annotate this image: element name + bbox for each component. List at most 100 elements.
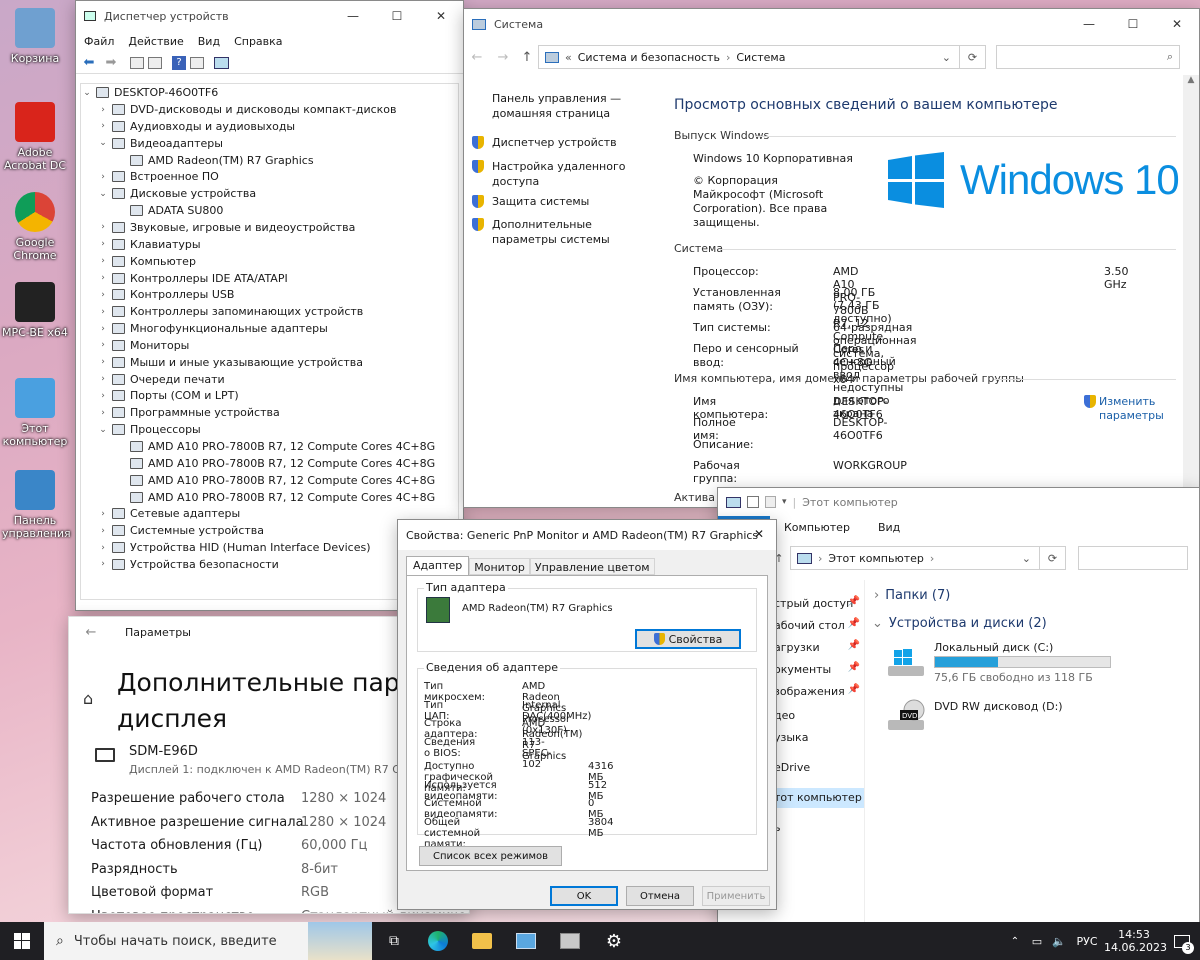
apply-button[interactable]: Применить [702, 886, 770, 906]
desktop-acrobat[interactable]: Adobe Acrobat DC [2, 102, 68, 172]
device-manager-taskbar-icon[interactable] [548, 933, 592, 949]
device-manager-titlebar[interactable]: Диспетчер устройств — ☐ ✕ [76, 1, 463, 31]
chevron-right-icon[interactable]: › [97, 391, 109, 401]
chevron-right-icon[interactable]: › [97, 526, 109, 536]
task-view-icon[interactable]: ⧉ [372, 933, 416, 949]
up-arrow-icon[interactable]: ↑ [516, 50, 538, 65]
forward-arrow-icon[interactable]: ➡ [102, 55, 120, 70]
minimize-button[interactable]: — [331, 1, 375, 31]
desktop-recycle-bin[interactable]: Корзина [2, 8, 68, 65]
notification-center[interactable]: 3 [1164, 922, 1200, 960]
drive-c[interactable]: Локальный диск (C:) 75,6 ГБ свободно из … [886, 640, 1116, 684]
tab-view[interactable]: Вид [878, 521, 900, 534]
file-explorer-icon[interactable] [460, 933, 504, 949]
home-icon[interactable]: ⌂ [83, 689, 93, 708]
adapter-properties-button[interactable]: Свойства [635, 629, 741, 649]
scroll-up-arrow[interactable]: ▲ [1183, 75, 1199, 85]
tree-item[interactable]: › Очереди печати [97, 371, 225, 388]
nav-item[interactable]: тот компьютер [774, 788, 864, 808]
tree-item[interactable]: › Системные устройства [97, 522, 264, 539]
chevron-up-icon[interactable]: ⌃ [1004, 936, 1026, 947]
maximize-button[interactable]: ☐ [1111, 9, 1155, 39]
address-bar[interactable]: « Система и безопасность › Система ⌄ [538, 45, 960, 69]
tree-item[interactable]: › Контроллеры IDE ATA/ATAPI [97, 270, 288, 287]
tree-item[interactable]: › DVD-дисководы и дисководы компакт-диско… [97, 101, 396, 118]
side-link[interactable]: Диспетчер устройств [472, 135, 652, 150]
help-icon[interactable]: ? [172, 55, 186, 70]
breadcrumb-this-pc[interactable]: Этот компьютер [828, 552, 924, 565]
close-button[interactable]: ✕ [754, 527, 764, 541]
chevron-right-icon[interactable]: › [97, 543, 109, 553]
pin-icon[interactable]: 📌 [848, 596, 860, 607]
nav-item[interactable]: зображения 📌 [774, 682, 864, 702]
chevron-right-icon[interactable]: › [97, 374, 109, 384]
tree-item[interactable]: › Устройства безопасности [97, 556, 279, 573]
chevron-down-icon[interactable]: ⌄ [97, 138, 109, 148]
list-icon[interactable] [148, 56, 162, 69]
nav-item[interactable]: окументы 📌 [774, 660, 864, 680]
monitor-icon[interactable] [214, 56, 229, 69]
chevron-down-icon[interactable]: ⌄ [942, 51, 951, 64]
gear-icon[interactable]: ⚙ [592, 931, 636, 952]
tree-item[interactable]: AMD A10 PRO-7800B R7, 12 Compute Cores 4… [115, 489, 435, 506]
properties-icon[interactable] [130, 56, 144, 69]
pin-icon[interactable]: 📌 [848, 684, 860, 695]
language-indicator[interactable]: РУС [1070, 935, 1104, 948]
tree-item[interactable]: › Аудиовходы и аудиовыходы [97, 118, 295, 135]
side-link[interactable]: Дополнительные параметры системы [472, 217, 652, 247]
chevron-right-icon[interactable]: › [97, 307, 109, 317]
chevron-right-icon[interactable]: › [97, 105, 109, 115]
chevron-right-icon[interactable]: › [97, 509, 109, 519]
search-field[interactable] [1078, 546, 1188, 570]
refresh-button[interactable]: ⟳ [1040, 546, 1066, 570]
tree-item[interactable]: › Контроллеры запоминающих устройств [97, 303, 363, 320]
folders-group[interactable]: › Папки (7) [874, 588, 950, 603]
desktop-chrome[interactable]: Google Chrome [2, 192, 68, 262]
chevron-right-icon[interactable]: › [97, 273, 109, 283]
tree-item[interactable]: ⌄ Дисковые устройства [97, 185, 256, 202]
tree-root[interactable]: ⌄ DESKTOP-46O0TF6 [81, 84, 218, 101]
nav-item[interactable]: eDrive [774, 758, 864, 778]
minimize-button[interactable]: — [1067, 9, 1111, 39]
new-folder-icon[interactable] [765, 496, 776, 508]
control-panel-home-link[interactable]: Панель управления — домашняя страница [492, 91, 622, 121]
chevron-right-icon[interactable]: › [97, 559, 109, 569]
pin-icon[interactable]: 📌 [848, 662, 860, 673]
nav-item[interactable]: узыка [774, 728, 864, 748]
chevron-down-icon[interactable]: ▾ [782, 497, 787, 507]
control-panel-taskbar-icon[interactable] [504, 933, 548, 949]
tree-item[interactable]: AMD Radeon(TM) R7 Graphics [115, 152, 314, 169]
tree-item[interactable]: › Звуковые, игровые и видеоустройства [97, 219, 355, 236]
desktop-control-panel[interactable]: Панель управления [2, 470, 71, 540]
desktop-mpc-be[interactable]: MPC-BE x64 [2, 282, 68, 339]
nav-item[interactable]: ь [774, 818, 864, 838]
desktop-this-pc[interactable]: Этот компьютер [2, 378, 68, 448]
side-link[interactable]: Защита системы [472, 194, 652, 209]
back-arrow-icon[interactable]: ⬅ [80, 55, 98, 70]
pin-icon[interactable]: 📌 [848, 618, 860, 629]
properties-icon[interactable] [747, 496, 759, 508]
cancel-button[interactable]: Отмена [626, 886, 694, 906]
side-link[interactable]: Настройка удаленного доступа [472, 159, 652, 189]
tree-item[interactable]: › Сетевые адаптеры [97, 505, 240, 522]
tree-item[interactable]: AMD A10 PRO-7800B R7, 12 Compute Cores 4… [115, 472, 435, 489]
nav-item[interactable]: стрый доступ 📌 [774, 594, 864, 614]
tree-item[interactable]: › Программные устройства [97, 404, 280, 421]
chevron-right-icon[interactable]: › [97, 340, 109, 350]
nav-item[interactable]: део [774, 706, 864, 726]
list-all-modes-button[interactable]: Список всех режимов [419, 846, 562, 866]
breadcrumb-system[interactable]: Система [736, 51, 785, 64]
back-arrow-icon[interactable]: ← [464, 50, 490, 65]
chevron-right-icon[interactable]: › [97, 239, 109, 249]
back-arrow-icon[interactable]: ← [69, 625, 113, 640]
tree-item[interactable]: ⌄ Видеоадаптеры [97, 135, 223, 152]
tree-item[interactable]: › Порты (COM и LPT) [97, 387, 238, 404]
chevron-right-icon[interactable]: › [97, 121, 109, 131]
chevron-right-icon[interactable]: › [97, 172, 109, 182]
edge-icon[interactable] [416, 931, 460, 951]
change-settings-link[interactable]: Изменить параметры [1084, 395, 1164, 423]
chevron-down-icon[interactable]: ⌄ [97, 425, 109, 435]
tree-item[interactable]: › Устройства HID (Human Interface Devices… [97, 539, 370, 556]
volume-icon[interactable]: 🔈 [1048, 935, 1070, 948]
maximize-button[interactable]: ☐ [375, 1, 419, 31]
